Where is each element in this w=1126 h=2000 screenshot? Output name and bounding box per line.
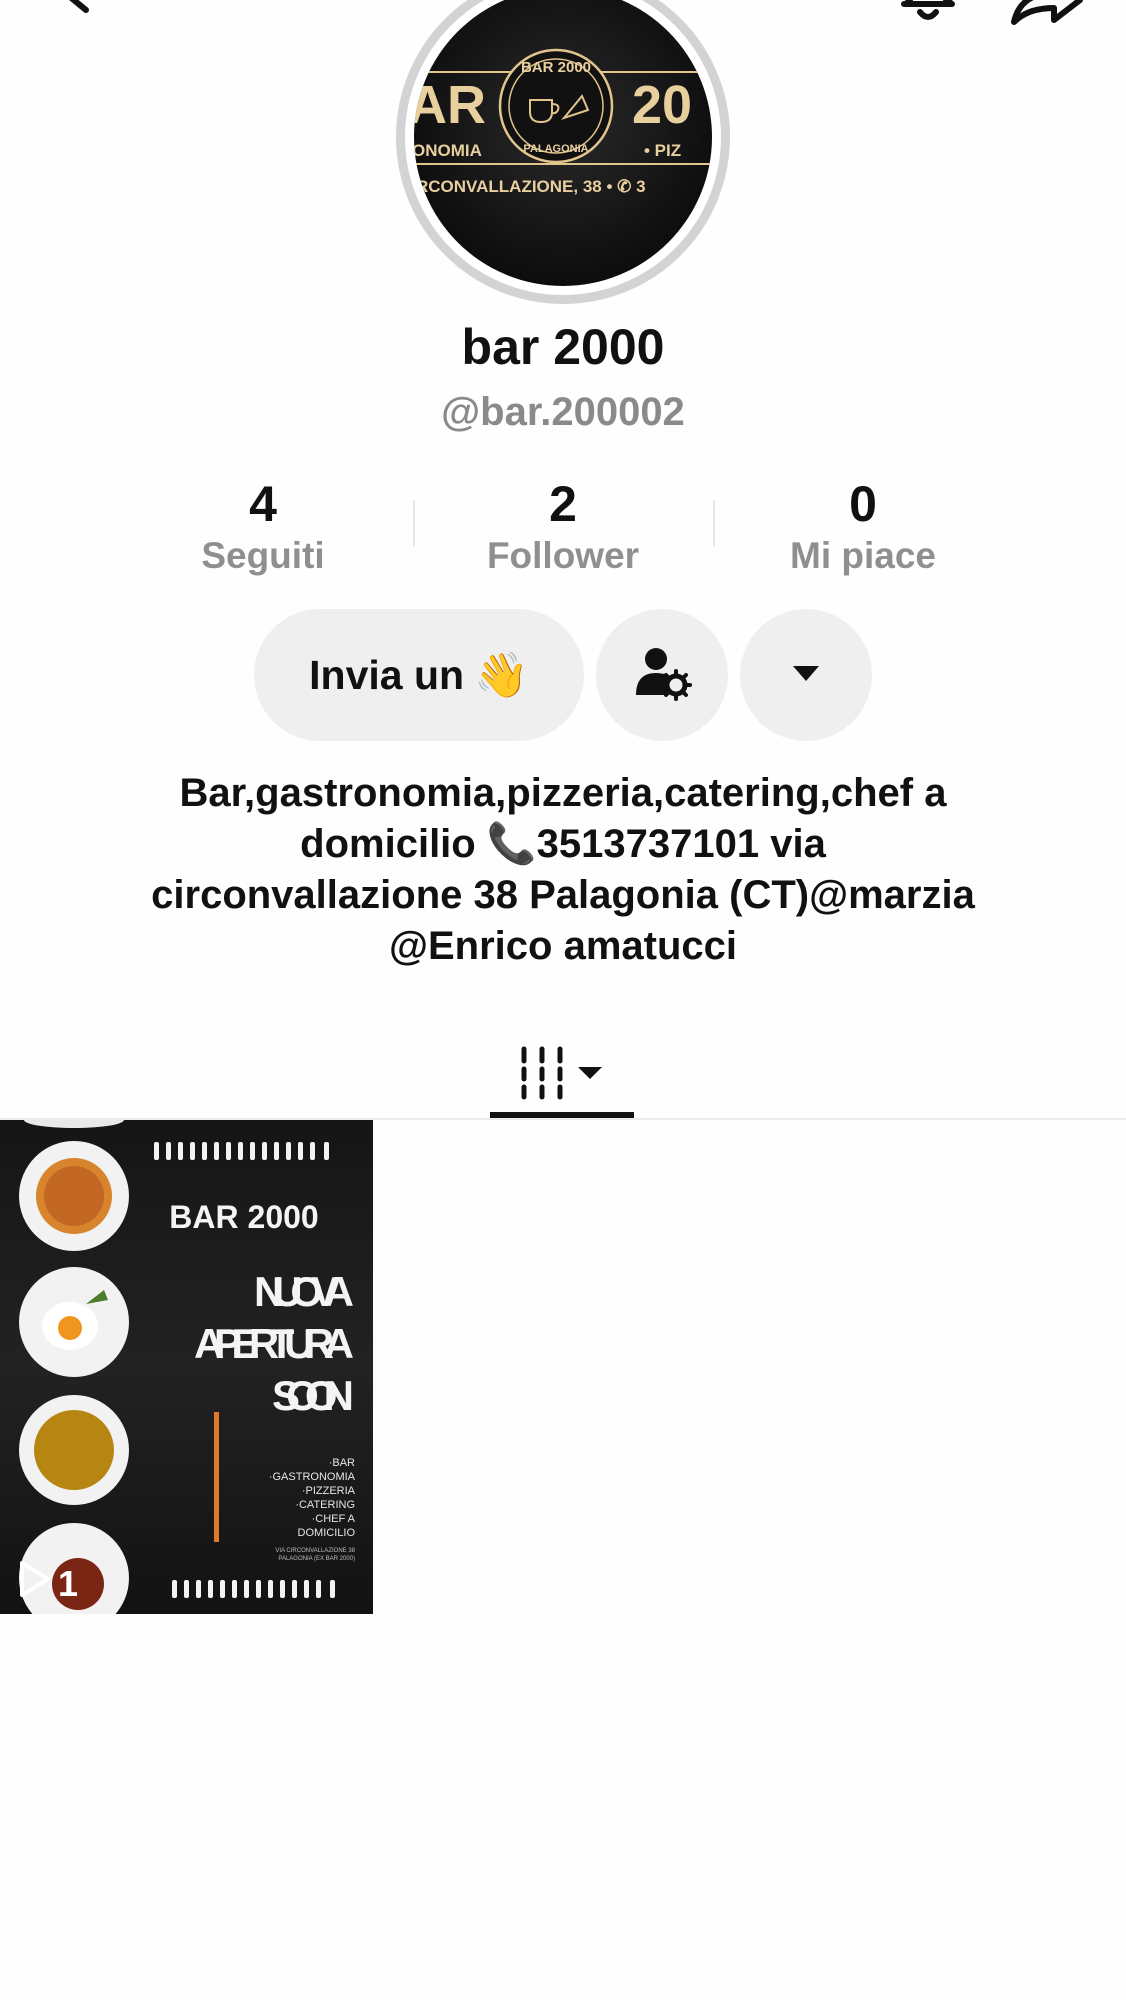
mention-link[interactable]: @marzia — [809, 873, 975, 917]
stat-likes-value: 0 — [849, 476, 877, 532]
stat-followers-label: Follower — [486, 535, 640, 576]
avatar-seal-top: BAR 2000 — [521, 59, 591, 76]
stat-likes[interactable]: 0 Mi piace — [713, 476, 1013, 578]
thumb-service: ·CATERING — [295, 1499, 355, 1511]
thumb-headline-3: SOON — [272, 1372, 354, 1419]
wave-button[interactable]: Invia un 👋 — [254, 609, 584, 741]
avatar-text-right: 20 — [632, 75, 692, 135]
play-icon — [18, 1560, 52, 1607]
stat-likes-label: Mi piace — [790, 535, 936, 576]
wave-button-label: Invia un — [309, 651, 465, 698]
thumb-service: ·CHEF A — [312, 1513, 356, 1525]
thumb-brand: BAR 2000 — [169, 1199, 318, 1235]
stat-following[interactable]: 4 Seguiti — [113, 476, 413, 578]
username: @bar.200002 — [441, 390, 685, 434]
bio-line-3: circonvallazione 38 Palagonia (CT) — [151, 873, 810, 917]
thumb-service: ·PIZZERIA — [302, 1485, 356, 1497]
thumb-service: ·BAR — [329, 1457, 355, 1469]
mention-link[interactable]: @Enrico amatucci — [100, 921, 1026, 972]
stat-following-label: Seguiti — [201, 535, 325, 576]
thumb-headline-1: NUOVA — [254, 1268, 354, 1315]
avatar-text-left: AR — [414, 75, 486, 135]
stat-followers[interactable]: 2 Follower — [413, 476, 713, 578]
avatar[interactable]: AR 20 ONOMIA • PIZ RCONVALLAZIONE, 38 • … — [414, 0, 712, 286]
wave-emoji: 👋 — [474, 651, 529, 700]
user-settings-icon — [632, 643, 692, 708]
bio-line-1: Bar,gastronomia,pizzeria,catering,chef a — [179, 771, 947, 815]
video-thumbnail[interactable]: BAR 2000 NUOVA APERTURA SOON ·BAR ·GASTR… — [0, 1120, 373, 1614]
bio-line-2: domicilio 📞3513737101 via — [300, 822, 826, 866]
thumb-service: DOMICILIO — [298, 1527, 356, 1539]
more-options-button[interactable] — [740, 609, 872, 741]
back-icon[interactable] — [52, 0, 112, 30]
avatar-text-line3: RCONVALLAZIONE, 38 • ✆ 3 — [416, 177, 646, 196]
avatar-seal-bottom: PALAGONIA — [523, 143, 588, 155]
avatar-text-line2-right: • PIZ — [644, 141, 681, 160]
avatar-text-line2-left: ONOMIA — [414, 141, 482, 160]
play-count: 1 — [18, 1560, 78, 1607]
stat-followers-value: 2 — [549, 476, 577, 532]
display-name: bar 2000 — [461, 319, 665, 375]
share-icon[interactable] — [1010, 0, 1084, 34]
tab-videos[interactable] — [490, 1030, 634, 1120]
bio: Bar,gastronomia,pizzeria,catering,chef a… — [100, 768, 1026, 972]
thumb-service: ·GASTRONOMIA — [269, 1471, 356, 1483]
thumb-address: VIA CIRCONVALLAZIONE 38 — [275, 1548, 355, 1554]
thumb-headline-2: APERTURA — [194, 1320, 354, 1367]
user-settings-button[interactable] — [596, 609, 728, 741]
stat-following-value: 4 — [249, 476, 277, 532]
thumb-address: PALAGONIA (EX BAR 2000) — [278, 1556, 355, 1562]
caret-down-icon — [791, 663, 821, 688]
play-count-value: 1 — [58, 1562, 79, 1604]
grid-menu-icon — [516, 1045, 608, 1106]
bell-icon[interactable] — [896, 0, 960, 34]
